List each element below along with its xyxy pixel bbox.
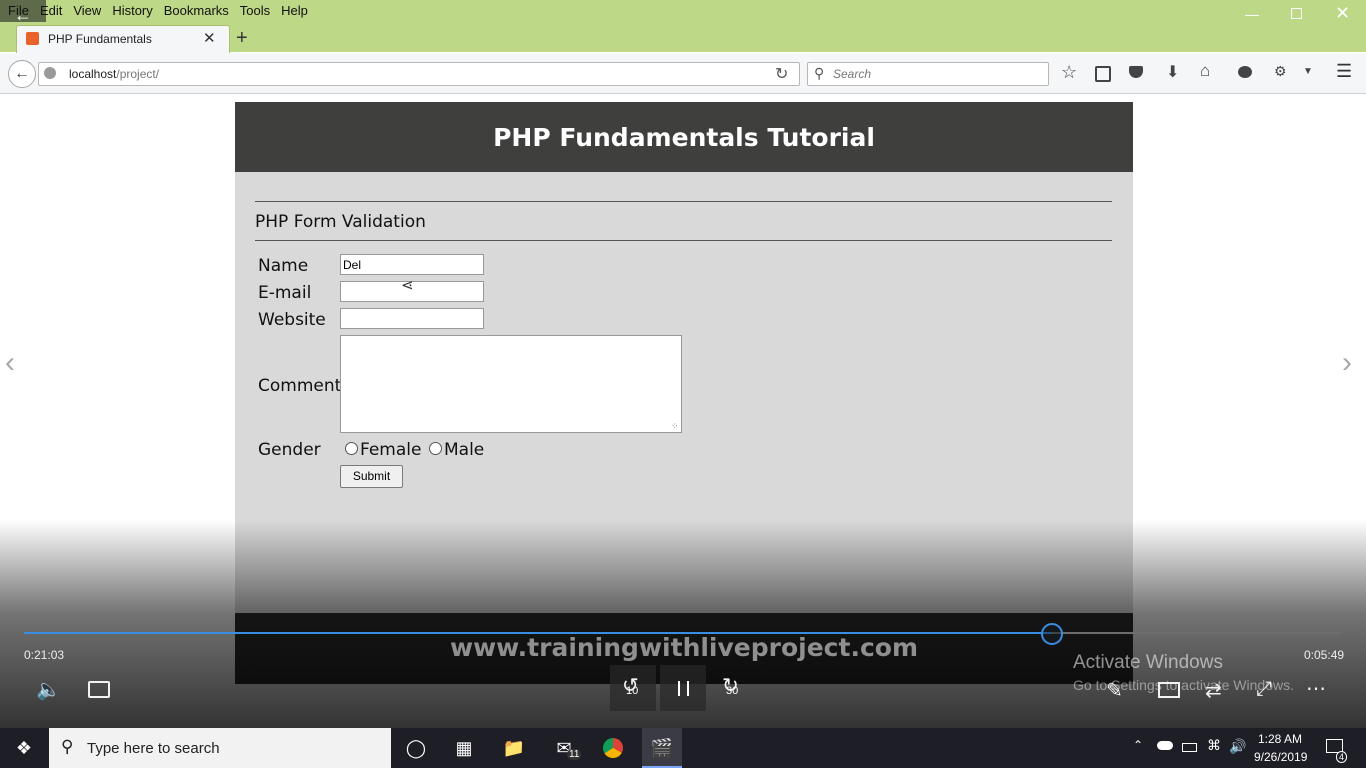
seek-bar-fill [24, 632, 1052, 634]
onedrive-icon[interactable] [1157, 741, 1173, 750]
mail-icon[interactable]: ✉ [544, 728, 584, 768]
more-options-icon[interactable]: ⋯ [1306, 676, 1326, 701]
resize-handle-icon[interactable]: ⁘ [671, 421, 679, 432]
cortana-icon[interactable]: ◯ [396, 728, 436, 768]
gender-label: Gender [258, 440, 321, 460]
male-radio[interactable] [429, 442, 442, 455]
reading-list-icon[interactable] [1095, 66, 1111, 82]
remaining-time: 0:05:49 [1304, 648, 1345, 662]
speaker-icon[interactable]: 🔊 [1229, 738, 1246, 755]
battery-icon[interactable] [1182, 743, 1197, 752]
elapsed-time: 0:21:03 [24, 648, 65, 662]
skip-forward-button[interactable]: ↻ 30 [710, 665, 756, 711]
show-hidden-icons-icon[interactable]: ⌃ [1133, 738, 1143, 752]
section-title: PHP Form Validation [255, 212, 426, 232]
notification-count: 4 [1336, 751, 1348, 763]
wifi-icon[interactable]: ⌘ [1207, 737, 1221, 754]
comment-label: Comment [258, 376, 342, 396]
taskbar-search-placeholder: Type here to search [87, 740, 220, 757]
bookmark-star-icon[interactable]: ☆ [1061, 62, 1077, 83]
favicon-icon [26, 32, 39, 45]
close-window-icon[interactable]: ✕ [1335, 3, 1350, 24]
divider-bottom [255, 240, 1112, 241]
url-text: localhost/project/ [69, 67, 159, 81]
clock-date[interactable]: 9/26/2019 [1254, 750, 1307, 764]
search-icon: ⚲ [814, 65, 825, 81]
previous-chevron-icon[interactable]: ‹ [5, 346, 15, 380]
minimize-icon[interactable]: — [1245, 6, 1259, 22]
url-bar[interactable]: localhost/project/ ↻ [38, 62, 800, 86]
captions-icon[interactable] [88, 681, 110, 698]
url-path: /project/ [116, 67, 160, 81]
seek-bar-handle[interactable] [1041, 623, 1063, 645]
name-label: Name [258, 256, 309, 276]
tab-close-icon[interactable]: ✕ [203, 29, 216, 47]
website-field[interactable] [340, 308, 484, 329]
menu-help[interactable]: Help [275, 0, 313, 18]
hamburger-menu-icon[interactable]: ☰ [1336, 61, 1352, 82]
page-title: PHP Fundamentals Tutorial [235, 102, 1133, 172]
clock-time[interactable]: 1:28 AM [1258, 732, 1302, 746]
male-option-label: Male [444, 440, 485, 460]
tab-title: PHP Fundamentals [48, 32, 152, 46]
fullscreen-icon[interactable]: ⤢ [1256, 678, 1272, 701]
footer-url-text: www.trainingwithliveproject.com [449, 633, 918, 662]
site-info-icon[interactable] [44, 67, 56, 79]
menu-bar: ← File Edit View History Bookmarks Tools Help [0, 0, 1229, 30]
pause-icon [678, 681, 689, 696]
comment-textarea[interactable] [340, 335, 682, 433]
website-label: Website [258, 310, 326, 330]
home-icon[interactable]: ⌂ [1200, 61, 1210, 81]
mail-badge: 11 [567, 749, 582, 760]
submit-button[interactable]: Submit [340, 465, 403, 488]
new-tab-icon[interactable]: + [236, 27, 248, 50]
taskbar-search-icon: ⚲ [61, 737, 74, 756]
repeat-icon[interactable]: ⇄ [1205, 678, 1222, 703]
skip-back-button[interactable]: ↺ 10 [610, 665, 656, 711]
female-option-label: Female [360, 440, 422, 460]
name-field[interactable]: Del [340, 254, 484, 275]
text-cursor-icon: ⋖ [401, 277, 414, 294]
pause-button[interactable] [660, 665, 706, 711]
menu-items: File Edit View History Bookmarks Tools Help [2, 0, 313, 20]
skip-forward-seconds: 30 [726, 685, 739, 697]
chat-icon[interactable] [1238, 66, 1252, 78]
windows-start-icon[interactable]: ❖ [4, 728, 44, 768]
mini-view-icon[interactable] [1158, 682, 1180, 698]
menu-edit[interactable]: Edit [34, 0, 67, 18]
movies-tv-icon[interactable]: 🎬 [642, 728, 682, 768]
tab-php-fundamentals[interactable]: PHP Fundamentals ✕ [16, 25, 230, 54]
search-bar[interactable]: ⚲ Search [807, 62, 1049, 86]
back-button-icon[interactable]: ← [8, 60, 36, 88]
window-controls: — ✕ [1229, 0, 1366, 32]
female-radio[interactable] [345, 442, 358, 455]
menu-tools[interactable]: Tools [234, 0, 275, 18]
menu-history[interactable]: History [106, 0, 157, 18]
extension-icon[interactable]: ⚙ [1274, 63, 1287, 80]
task-view-icon[interactable]: ▦ [444, 728, 484, 768]
edit-pencil-icon[interactable]: ✎ [1106, 678, 1123, 703]
download-icon[interactable]: ⬇ [1166, 62, 1179, 82]
menu-bookmarks[interactable]: Bookmarks [158, 0, 234, 18]
chrome-icon[interactable] [603, 738, 623, 758]
file-explorer-icon[interactable]: 📁 [494, 728, 534, 768]
reload-icon[interactable]: ↻ [775, 64, 788, 84]
restore-icon[interactable] [1291, 8, 1302, 19]
email-label: E-mail [258, 283, 312, 303]
search-placeholder: Search [833, 67, 872, 81]
skip-back-seconds: 10 [626, 685, 639, 697]
next-chevron-icon[interactable]: › [1342, 346, 1352, 380]
activate-windows-title: Activate Windows [1073, 652, 1223, 673]
menu-file[interactable]: File [2, 0, 34, 18]
url-host: localhost [69, 67, 117, 81]
taskbar-search-box[interactable]: ⚲ Type here to search [49, 728, 391, 768]
divider-top [255, 201, 1112, 202]
volume-icon[interactable]: 🔈 [36, 677, 61, 702]
dropdown-arrow-icon[interactable]: ▼ [1303, 66, 1313, 77]
menu-view[interactable]: View [67, 0, 106, 18]
